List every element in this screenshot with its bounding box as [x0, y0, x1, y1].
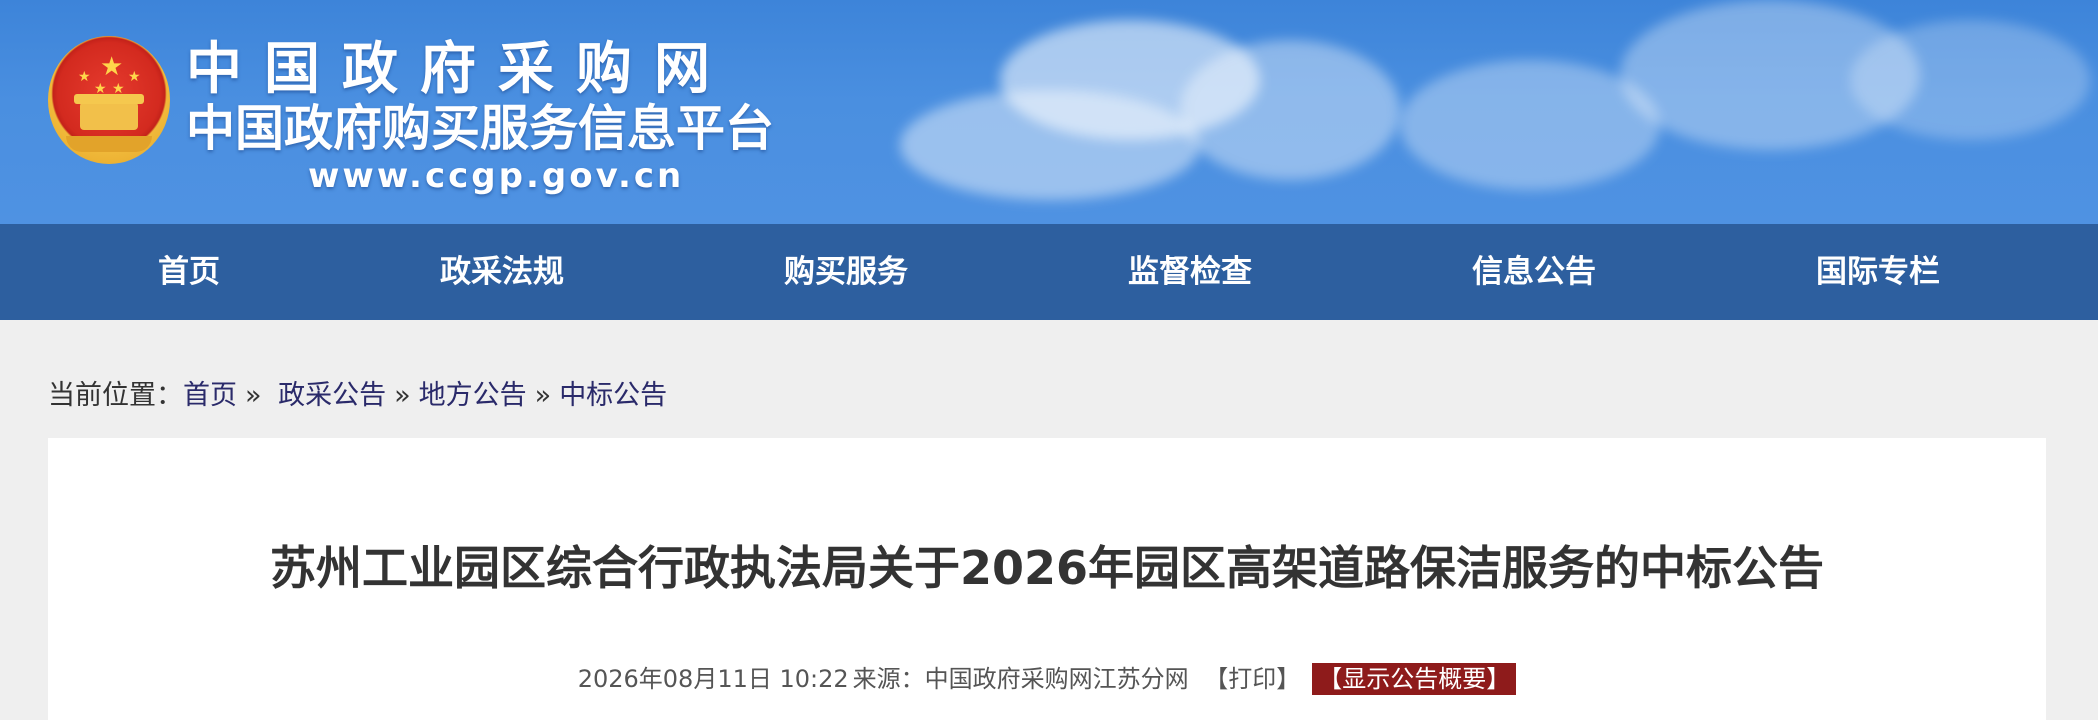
print-link[interactable]: 【打印】	[1204, 665, 1300, 693]
national-emblem-logo[interactable]: ★ ★ ★ ★ ★	[48, 36, 170, 164]
breadcrumb-separator: »	[245, 380, 262, 411]
nav-item-supervision[interactable]: 监督检查	[1018, 224, 1362, 320]
nav-item-purchase-services[interactable]: 购买服务	[674, 224, 1018, 320]
breadcrumb-home[interactable]: 首页	[183, 380, 237, 411]
nav-item-international[interactable]: 国际专栏	[1706, 224, 2050, 320]
source-name: 中国政府采购网江苏分网	[924, 665, 1189, 693]
article-meta: 2026年08月11日 10:22 来源：中国政府采购网江苏分网 【打印】 【显示公…	[48, 662, 2046, 696]
breadcrumb: 当前位置：首页» 政采公告» 地方公告» 中标公告	[48, 376, 667, 416]
nav-item-regulations[interactable]: 政采法规	[330, 224, 674, 320]
star-icon: ★	[100, 52, 124, 82]
nav-item-announcements[interactable]: 信息公告	[1362, 224, 1706, 320]
publish-datetime: 2026年08月11日 10:22	[577, 665, 849, 693]
emblem-base	[66, 136, 152, 152]
star-icon: ★	[78, 69, 91, 85]
breadcrumb-procurement-announcements[interactable]: 政采公告	[278, 380, 386, 411]
site-name[interactable]: 中国政府采购网	[186, 40, 836, 100]
star-icon: ★	[128, 69, 141, 85]
main-nav: 首页 政采法规 购买服务 监督检查 信息公告 国际专栏	[0, 224, 2098, 320]
site-url: www.ccgp.gov.cn	[308, 156, 685, 196]
tiananmen-icon	[74, 94, 144, 130]
breadcrumb-award-announcements[interactable]: 中标公告	[559, 380, 667, 411]
breadcrumb-local-announcements[interactable]: 地方公告	[419, 380, 527, 411]
nav-item-home[interactable]: 首页	[48, 224, 330, 320]
breadcrumb-prefix: 当前位置：	[48, 380, 183, 411]
cloud-decoration	[900, 90, 1200, 200]
source-label: 来源：	[852, 665, 925, 693]
breadcrumb-separator: »	[394, 380, 411, 411]
site-subtitle: 中国政府购买服务信息平台	[186, 100, 775, 157]
article-title: 苏州工业园区综合行政执法局关于2026年园区高架道路保洁服务的中标公告	[269, 541, 1825, 595]
site-banner: ★ ★ ★ ★ ★ 中国政府采购网 中国政府购买服务信息平台 www.ccgp.…	[0, 0, 2098, 224]
cloud-decoration	[1850, 20, 2090, 140]
article-panel: 苏州工业园区综合行政执法局关于2026年园区高架道路保洁服务的中标公告 2026…	[48, 438, 2046, 720]
show-summary-button[interactable]: 【显示公告概要】	[1312, 663, 1517, 695]
breadcrumb-separator: »	[534, 380, 552, 411]
cloud-decoration	[1180, 40, 1400, 180]
